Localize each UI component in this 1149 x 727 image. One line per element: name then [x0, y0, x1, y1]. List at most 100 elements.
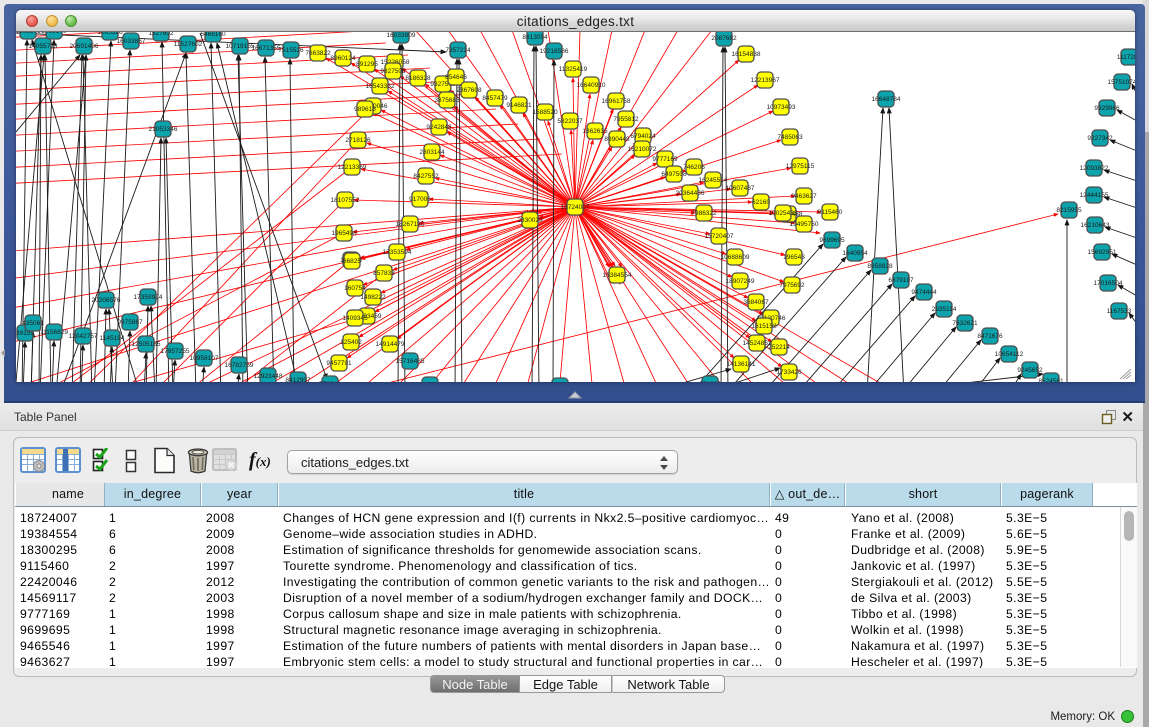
svg-text:2069140: 2069140: [41, 32, 67, 35]
svg-text:6497508: 6497508: [661, 171, 687, 178]
svg-text:435061: 435061: [22, 320, 44, 327]
svg-text:10025433: 10025433: [769, 210, 798, 217]
svg-text:19218586: 19218586: [540, 48, 569, 55]
svg-text:2087682: 2087682: [711, 35, 737, 42]
svg-text:1965498: 1965498: [331, 230, 357, 237]
svg-text:891295: 891295: [356, 61, 378, 68]
svg-text:7955812: 7955812: [613, 116, 639, 123]
svg-text:9457791: 9457791: [326, 360, 352, 367]
svg-text:1065326: 1065326: [97, 32, 123, 36]
svg-text:8990448: 8990448: [604, 136, 630, 143]
svg-text:917006: 917006: [409, 196, 431, 203]
svg-text:1588520: 1588520: [532, 109, 558, 116]
svg-text:1640954: 1640954: [842, 250, 868, 257]
svg-text:1409345: 1409345: [342, 315, 368, 322]
svg-text:8186328: 8186328: [405, 75, 431, 82]
svg-text:66825: 66825: [343, 258, 361, 265]
svg-text:20364436: 20364436: [676, 190, 705, 197]
svg-text:854646: 854646: [445, 74, 467, 81]
svg-text:2935114: 2935114: [932, 306, 957, 313]
svg-text:1117284: 1117284: [1117, 54, 1135, 61]
svg-text:7663822: 7663822: [305, 50, 331, 57]
svg-text:16154838: 16154838: [732, 51, 761, 58]
svg-text:15692951: 15692951: [1088, 249, 1117, 256]
svg-text:18724007: 18724007: [561, 204, 590, 211]
svg-text:7357224: 7357224: [445, 47, 471, 54]
svg-text:16640910: 16640910: [577, 82, 606, 89]
svg-text:3875685: 3875685: [434, 97, 460, 104]
svg-text:18267130: 18267130: [396, 221, 425, 228]
svg-text:16648784: 16648784: [872, 96, 901, 103]
svg-text:16033809: 16033809: [387, 32, 416, 39]
svg-text:989618: 989618: [354, 106, 376, 113]
svg-text:14914479: 14914479: [376, 341, 405, 348]
svg-text:21053346: 21053346: [149, 126, 178, 133]
svg-text:16210643: 16210643: [1081, 222, 1110, 229]
svg-text:17016504: 17016504: [1094, 280, 1123, 287]
svg-text:7515526: 7515526: [278, 47, 304, 54]
svg-text:14136141: 14136141: [727, 361, 756, 368]
svg-text:5822037: 5822037: [557, 118, 583, 125]
svg-text:2830029: 2830029: [517, 217, 543, 224]
svg-text:17957255: 17957255: [161, 348, 190, 355]
svg-text:252214: 252214: [768, 344, 790, 351]
svg-text:12093822: 12093822: [1080, 165, 1109, 172]
svg-text:1905571: 1905571: [16, 32, 41, 35]
svg-text:11527602: 11527602: [174, 41, 203, 48]
svg-text:9146821: 9146821: [506, 102, 532, 109]
svg-text:1615152: 1615152: [751, 323, 777, 330]
svg-text:9975867: 9975867: [117, 319, 143, 326]
svg-text:16961758: 16961758: [602, 98, 631, 105]
svg-text:19495750: 19495750: [790, 221, 819, 228]
svg-text:7485063: 7485063: [777, 134, 803, 141]
svg-text:12353594: 12353594: [383, 249, 412, 256]
svg-text:8215955: 8215955: [1056, 207, 1082, 214]
svg-text:1145194: 1145194: [100, 335, 125, 342]
svg-text:16033867: 16033867: [117, 38, 146, 45]
svg-text:9777169: 9777169: [652, 156, 678, 163]
svg-text:1527602: 1527602: [148, 32, 174, 37]
svg-text:125402: 125402: [340, 339, 362, 346]
svg-text:18107552: 18107552: [331, 197, 360, 204]
svg-text:2803144: 2803144: [419, 149, 445, 156]
svg-text:16210072: 16210072: [628, 146, 657, 153]
svg-text:12505185: 12505185: [132, 341, 161, 348]
svg-text:9329966: 9329966: [1094, 105, 1120, 112]
svg-text:8960124: 8960124: [330, 55, 356, 62]
svg-text:8958928: 8958928: [867, 263, 893, 270]
svg-text:3684067: 3684067: [743, 299, 769, 306]
svg-text:2718126: 2718126: [345, 137, 371, 144]
svg-text:6466160: 6466160: [200, 32, 226, 38]
svg-text:12213369: 12213369: [338, 164, 367, 171]
svg-text:160754: 160754: [344, 285, 366, 292]
svg-text:772342: 772342: [319, 381, 341, 382]
svg-text:11156829: 11156829: [40, 329, 68, 336]
svg-text:15720407: 15720407: [705, 233, 734, 240]
svg-text:9474444: 9474444: [911, 289, 937, 296]
svg-text:1362635: 1362635: [582, 128, 608, 135]
svg-text:9699695: 9699695: [819, 237, 845, 244]
svg-text:9115460: 9115460: [818, 209, 843, 216]
svg-text:8457479: 8457479: [482, 95, 508, 102]
svg-text:10973493: 10973493: [767, 104, 796, 111]
svg-text:6794024: 6794024: [630, 133, 656, 140]
svg-text:857833: 857833: [373, 270, 395, 277]
svg-text:9227342: 9227342: [1087, 135, 1113, 142]
svg-text:19384554: 19384554: [603, 272, 632, 279]
svg-text:12213967: 12213967: [751, 77, 780, 84]
svg-text:16782759: 16782759: [225, 362, 254, 369]
svg-text:12923448: 12923448: [254, 373, 283, 380]
svg-text:10719155: 10719155: [226, 43, 255, 50]
svg-text:16543362: 16543362: [366, 83, 395, 90]
svg-text:9827508: 9827508: [380, 68, 406, 75]
svg-text:12975115: 12975115: [786, 163, 815, 170]
svg-text:7986322: 7986322: [691, 210, 717, 217]
svg-text:17359924: 17359924: [134, 294, 163, 301]
svg-text:1167533: 1167533: [1107, 308, 1132, 315]
svg-text:8471676: 8471676: [977, 333, 1003, 340]
svg-text:7975692: 7975692: [779, 282, 805, 289]
svg-text:8524561: 8524561: [1038, 378, 1064, 382]
svg-text:7632621: 7632621: [952, 320, 978, 327]
svg-text:9463627: 9463627: [791, 193, 817, 200]
svg-text:451293: 451293: [699, 381, 721, 382]
